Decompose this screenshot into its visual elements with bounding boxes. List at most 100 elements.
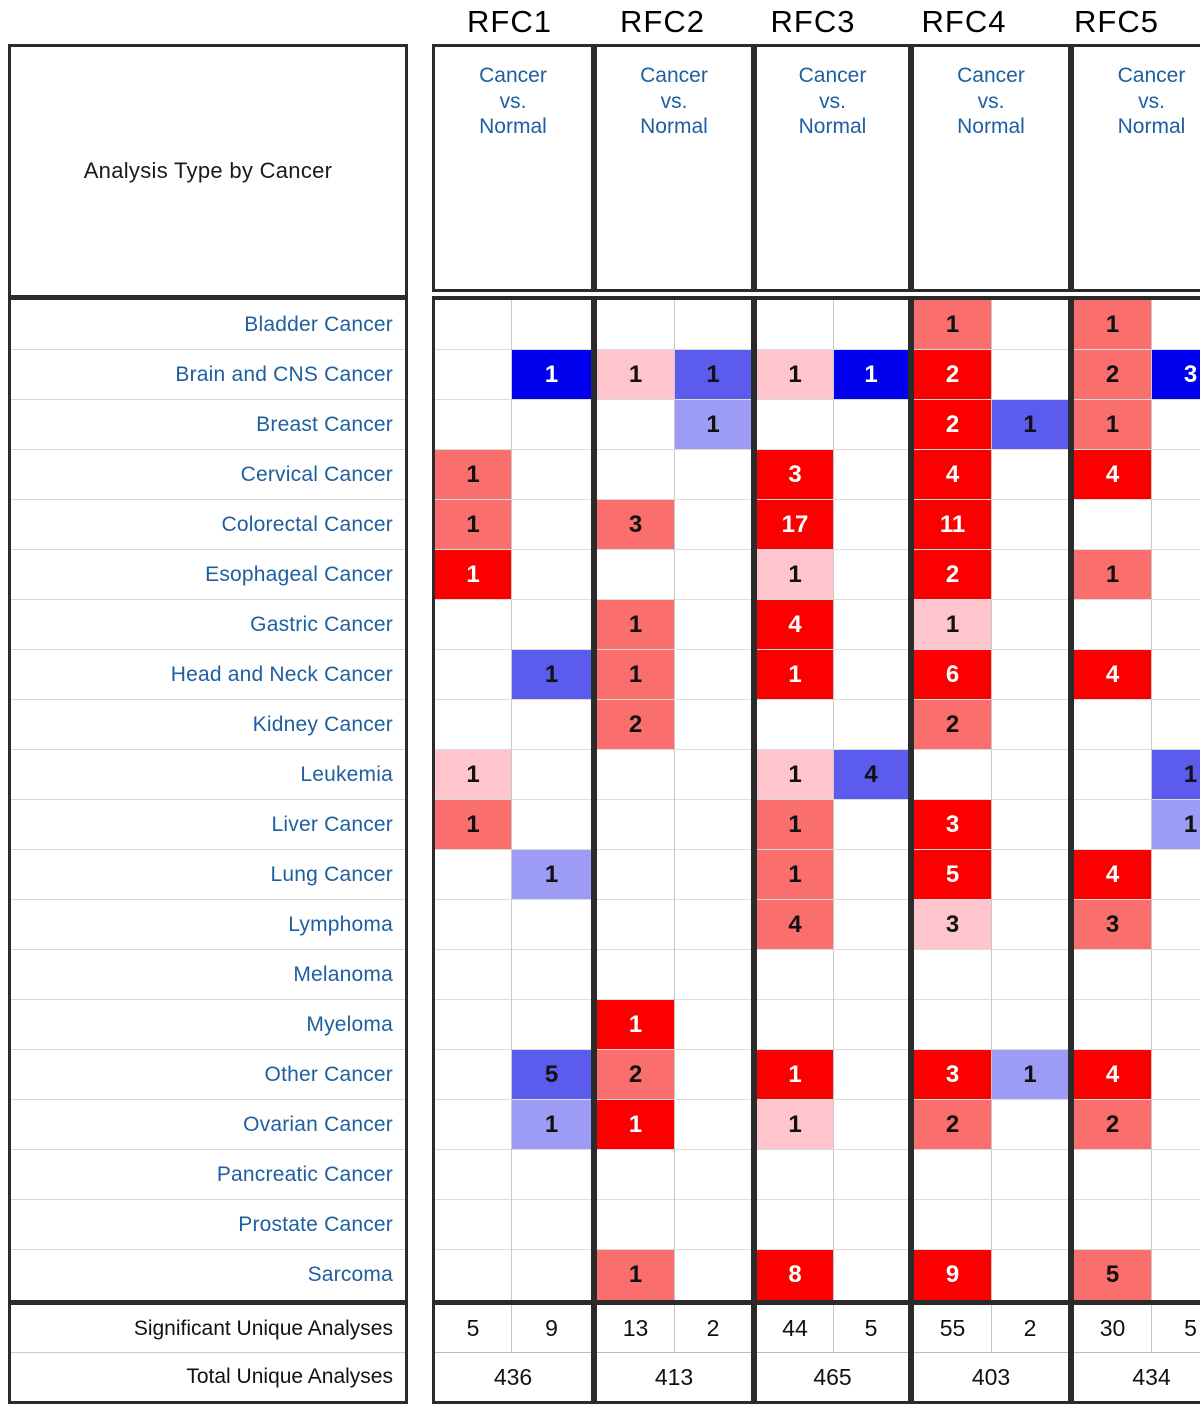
row-label-prostate-cancer[interactable]: Prostate Cancer xyxy=(11,1200,405,1250)
heatmap-cell[interactable]: 3 xyxy=(597,500,674,550)
heatmap-cell[interactable]: 4 xyxy=(1074,850,1151,900)
heatmap-cell[interactable]: 3 xyxy=(914,900,991,950)
heatmap-cell[interactable]: 1 xyxy=(1152,800,1200,850)
heatmap-cell[interactable]: 1 xyxy=(512,350,591,400)
heatmap-cell[interactable]: 1 xyxy=(757,1100,833,1150)
heatmap-cell[interactable]: 2 xyxy=(914,400,991,450)
row-label-pancreatic-cancer[interactable]: Pancreatic Cancer xyxy=(11,1150,405,1200)
heatmap-cell[interactable]: 2 xyxy=(914,1100,991,1150)
row-label-head-and-neck-cancer[interactable]: Head and Neck Cancer xyxy=(11,650,405,700)
heatmap-cell[interactable]: 1 xyxy=(435,450,511,500)
heatmap-cell-empty xyxy=(834,1050,908,1100)
heatmap-cell[interactable]: 1 xyxy=(675,350,751,400)
row-label-cervical-cancer[interactable]: Cervical Cancer xyxy=(11,450,405,500)
heatmap-cell[interactable]: 1 xyxy=(597,1000,674,1050)
row-label-other-cancer[interactable]: Other Cancer xyxy=(11,1050,405,1100)
heatmap-cell[interactable]: 4 xyxy=(834,750,908,800)
heatmap-cell-empty xyxy=(992,850,1068,900)
heatmap-cell[interactable]: 4 xyxy=(757,600,833,650)
heatmap-cell[interactable]: 3 xyxy=(1074,900,1151,950)
row-label-lung-cancer[interactable]: Lung Cancer xyxy=(11,850,405,900)
heatmap-cell[interactable]: 6 xyxy=(914,650,991,700)
row-label-gastric-cancer[interactable]: Gastric Cancer xyxy=(11,600,405,650)
heatmap-cell-empty xyxy=(834,450,908,500)
heatmap-cell[interactable]: 2 xyxy=(1074,1100,1151,1150)
heatmap-cell[interactable]: 2 xyxy=(914,550,991,600)
row-label-myeloma[interactable]: Myeloma xyxy=(11,1000,405,1050)
heatmap-cell[interactable]: 1 xyxy=(512,1100,591,1150)
heatmap-cell[interactable]: 3 xyxy=(1152,350,1200,400)
heatmap-cell[interactable]: 17 xyxy=(757,500,833,550)
heatmap-cell[interactable]: 1 xyxy=(1074,400,1151,450)
heatmap-cell[interactable]: 1 xyxy=(757,1050,833,1100)
heatmap-cell[interactable]: 1 xyxy=(435,550,511,600)
row-label-lymphoma[interactable]: Lymphoma xyxy=(11,900,405,950)
heatmap-cell[interactable]: 1 xyxy=(512,850,591,900)
row-label-bladder-cancer[interactable]: Bladder Cancer xyxy=(11,300,405,350)
heatmap-cell[interactable]: 1 xyxy=(757,750,833,800)
row-label-esophageal-cancer[interactable]: Esophageal Cancer xyxy=(11,550,405,600)
row-label-brain-and-cns-cancer[interactable]: Brain and CNS Cancer xyxy=(11,350,405,400)
heatmap-cell[interactable]: 4 xyxy=(914,450,991,500)
heatmap-cell[interactable]: 1 xyxy=(992,400,1068,450)
heatmap-cell-empty xyxy=(1152,1100,1200,1150)
heatmap-cell[interactable]: 4 xyxy=(1074,1050,1151,1100)
row-label-leukemia[interactable]: Leukemia xyxy=(11,750,405,800)
row-label-melanoma[interactable]: Melanoma xyxy=(11,950,405,1000)
heatmap-cell[interactable]: 3 xyxy=(914,800,991,850)
heatmap-cell[interactable]: 1 xyxy=(435,500,511,550)
heatmap-cell[interactable]: 1 xyxy=(834,350,908,400)
heatmap-cell[interactable]: 1 xyxy=(914,300,991,350)
row-label-ovarian-cancer[interactable]: Ovarian Cancer xyxy=(11,1100,405,1150)
heatmap-cell[interactable]: 5 xyxy=(1074,1250,1151,1300)
heatmap-group-rfc3: 1 3 17 1 4 1 1 1 1 4 1 1 8 1 4 xyxy=(754,296,911,1303)
heatmap-cell[interactable]: 3 xyxy=(914,1050,991,1100)
summary-group-rfc3: 44 5 465 xyxy=(754,1302,911,1404)
heatmap-cell-empty xyxy=(914,1000,991,1050)
row-label-kidney-cancer[interactable]: Kidney Cancer xyxy=(11,700,405,750)
significant-over-value: 5 xyxy=(435,1305,512,1352)
row-label-sarcoma[interactable]: Sarcoma xyxy=(11,1250,405,1300)
heatmap-cell[interactable]: 3 xyxy=(757,450,833,500)
heatmap-cell-empty xyxy=(512,600,591,650)
heatmap-cell[interactable]: 1 xyxy=(435,750,511,800)
heatmap-cell[interactable]: 1 xyxy=(597,650,674,700)
heatmap-cell[interactable]: 1 xyxy=(757,550,833,600)
heatmap-cell[interactable]: 1 xyxy=(757,800,833,850)
heatmap-cell[interactable]: 1 xyxy=(675,400,751,450)
heatmap-cell[interactable]: 8 xyxy=(757,1250,833,1300)
heatmap-cell[interactable]: 11 xyxy=(914,500,991,550)
heatmap-cell[interactable]: 1 xyxy=(757,350,833,400)
heatmap-cell-empty xyxy=(675,800,751,850)
heatmap-cell[interactable]: 1 xyxy=(757,850,833,900)
heatmap-cell[interactable]: 4 xyxy=(757,900,833,950)
heatmap-cell[interactable]: 1 xyxy=(512,650,591,700)
heatmap-cell[interactable]: 2 xyxy=(1074,350,1151,400)
heatmap-cell[interactable]: 1 xyxy=(597,350,674,400)
row-label-liver-cancer[interactable]: Liver Cancer xyxy=(11,800,405,850)
heatmap-cell[interactable]: 1 xyxy=(757,650,833,700)
heatmap-cell[interactable]: 1 xyxy=(1152,750,1200,800)
heatmap-cell[interactable]: 1 xyxy=(597,1100,674,1150)
heatmap-cell[interactable]: 1 xyxy=(992,1050,1068,1100)
heatmap-cell[interactable]: 1 xyxy=(597,1250,674,1300)
heatmap-cell[interactable]: 1 xyxy=(1074,550,1151,600)
heatmap-cell[interactable]: 4 xyxy=(1074,450,1151,500)
heatmap-cell[interactable]: 5 xyxy=(914,850,991,900)
row-label-breast-cancer[interactable]: Breast Cancer xyxy=(11,400,405,450)
heatmap-cell[interactable]: 1 xyxy=(1074,300,1151,350)
heatmap-cell[interactable]: 2 xyxy=(914,350,991,400)
row-label-colorectal-cancer[interactable]: Colorectal Cancer xyxy=(11,500,405,550)
heatmap-cell-empty xyxy=(512,500,591,550)
heatmap-cell[interactable]: 1 xyxy=(435,800,511,850)
heatmap-cell[interactable]: 2 xyxy=(914,700,991,750)
heatmap-cell-empty xyxy=(512,700,591,750)
heatmap-cell-empty xyxy=(675,1050,751,1100)
heatmap-cell[interactable]: 2 xyxy=(597,1050,674,1100)
heatmap-cell[interactable]: 5 xyxy=(512,1050,591,1100)
heatmap-cell[interactable]: 2 xyxy=(597,700,674,750)
heatmap-cell[interactable]: 1 xyxy=(914,600,991,650)
heatmap-cell[interactable]: 9 xyxy=(914,1250,991,1300)
heatmap-cell[interactable]: 1 xyxy=(597,600,674,650)
heatmap-cell[interactable]: 4 xyxy=(1074,650,1151,700)
